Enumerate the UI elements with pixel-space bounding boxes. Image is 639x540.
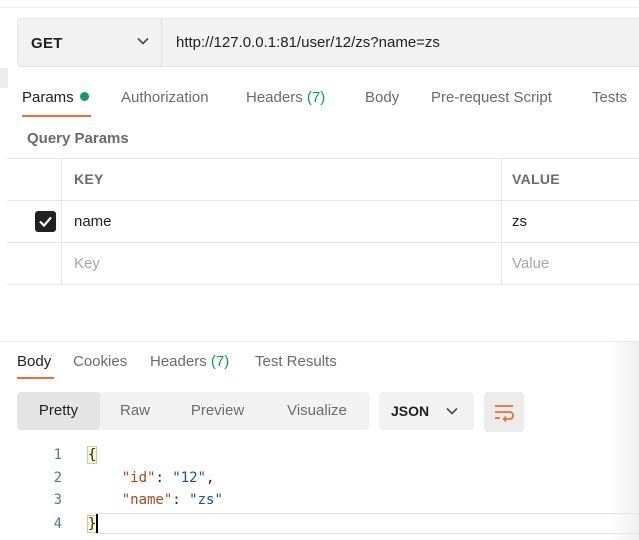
- new-param-value-input[interactable]: Value: [512, 255, 549, 272]
- column-divider: [501, 243, 502, 284]
- response-tab-test-results-label: Test Results: [255, 353, 337, 370]
- tab-pre-request-script[interactable]: Pre-request Script: [431, 89, 552, 106]
- active-response-tab-underline: [17, 377, 54, 379]
- tab-tests-label: Tests: [592, 89, 628, 106]
- table-row: name zs: [7, 201, 639, 243]
- response-tab-headers-count: (7): [210, 353, 230, 370]
- tab-headers[interactable]: Headers (7): [246, 89, 325, 106]
- code-line: 3 "name": "zs": [0, 489, 639, 511]
- format-label: JSON: [391, 403, 430, 419]
- api-client-window: GET Params Authorization Headers (7) Bod…: [0, 0, 639, 540]
- tab-pre-request-script-label: Pre-request Script: [431, 89, 552, 106]
- column-divider[interactable]: [501, 159, 502, 200]
- open-brace: {: [86, 446, 98, 464]
- response-tab-headers[interactable]: Headers (7): [150, 353, 229, 370]
- line-number: 3: [53, 492, 62, 508]
- json-key: "name": [121, 492, 173, 508]
- line-number: 1: [53, 447, 62, 463]
- query-params-title: Query Params: [27, 130, 129, 147]
- response-tab-headers-label: Headers: [150, 353, 207, 370]
- top-divider: [0, 7, 639, 8]
- tab-headers-count: (7): [306, 89, 326, 106]
- code-line: 1 {: [0, 444, 639, 466]
- response-tab-body-label: Body: [17, 353, 52, 370]
- request-bar: GET: [17, 18, 639, 67]
- value-column-header: VALUE: [512, 171, 560, 187]
- url-input[interactable]: [162, 19, 639, 66]
- request-tabs: Params Authorization Headers (7) Body Pr…: [0, 80, 639, 120]
- view-preview-button[interactable]: Preview: [170, 392, 265, 430]
- active-dot-icon: [79, 92, 89, 101]
- tab-headers-label: Headers: [246, 89, 303, 106]
- text-caret: [96, 514, 98, 533]
- params-header-row: KEY VALUE: [7, 159, 639, 201]
- view-visualize-button[interactable]: Visualize: [265, 392, 369, 430]
- view-raw-button[interactable]: Raw: [100, 392, 170, 430]
- tab-authorization[interactable]: Authorization: [121, 89, 209, 106]
- tab-params[interactable]: Params: [22, 89, 89, 106]
- key-column-header: KEY: [74, 171, 104, 187]
- json-value: "12": [172, 470, 207, 486]
- param-key-cell[interactable]: name: [74, 213, 112, 230]
- chevron-down-icon: [137, 37, 149, 45]
- check-column-cell: [7, 201, 62, 242]
- wrap-lines-button[interactable]: [484, 392, 524, 432]
- check-column-cell: [7, 159, 62, 200]
- line-number: 4: [53, 516, 62, 532]
- tab-authorization-label: Authorization: [121, 89, 209, 106]
- param-enabled-checkbox[interactable]: [35, 211, 56, 232]
- new-param-key-input[interactable]: Key: [74, 255, 100, 272]
- check-icon: [39, 216, 52, 228]
- line-number: 2: [53, 470, 62, 486]
- json-comma: ,: [206, 470, 215, 486]
- code-line: 2 "id": "12",: [0, 467, 639, 489]
- view-mode-group: Pretty Raw Preview Visualize: [17, 392, 369, 430]
- response-tab-test-results[interactable]: Test Results: [255, 353, 337, 370]
- wrap-lines-icon: [495, 405, 514, 422]
- method-label: GET: [31, 35, 63, 52]
- json-value: "zs": [189, 492, 223, 508]
- check-column-cell: [7, 243, 62, 284]
- response-tab-cookies[interactable]: Cookies: [73, 353, 127, 370]
- chevron-down-icon: [446, 407, 458, 415]
- response-tab-body[interactable]: Body: [17, 353, 51, 370]
- code-text: "name": "zs": [121, 492, 223, 508]
- response-tab-cookies-label: Cookies: [73, 353, 128, 370]
- method-select[interactable]: GET: [18, 19, 162, 66]
- code-text: {: [86, 444, 98, 466]
- param-value-cell[interactable]: zs: [512, 213, 527, 230]
- tab-body-label: Body: [365, 89, 400, 106]
- active-tab-underline: [22, 115, 91, 117]
- json-key: "id": [121, 470, 156, 486]
- tab-tests[interactable]: Tests: [592, 89, 627, 106]
- tab-params-label: Params: [22, 89, 74, 106]
- response-body-viewer[interactable]: 1 { 2 "id": "12", 3 "name": "zs" 4 }: [0, 444, 639, 540]
- response-tabs: Body Cookies Headers (7) Test Results: [0, 342, 639, 380]
- format-select[interactable]: JSON: [379, 392, 474, 430]
- code-text: "id": "12",: [121, 470, 215, 486]
- table-row-new: Key Value: [7, 243, 639, 285]
- tab-body[interactable]: Body: [365, 89, 399, 106]
- view-pretty-button[interactable]: Pretty: [17, 392, 100, 430]
- column-divider: [501, 201, 502, 242]
- params-table: KEY VALUE name zs Key Value: [7, 158, 639, 285]
